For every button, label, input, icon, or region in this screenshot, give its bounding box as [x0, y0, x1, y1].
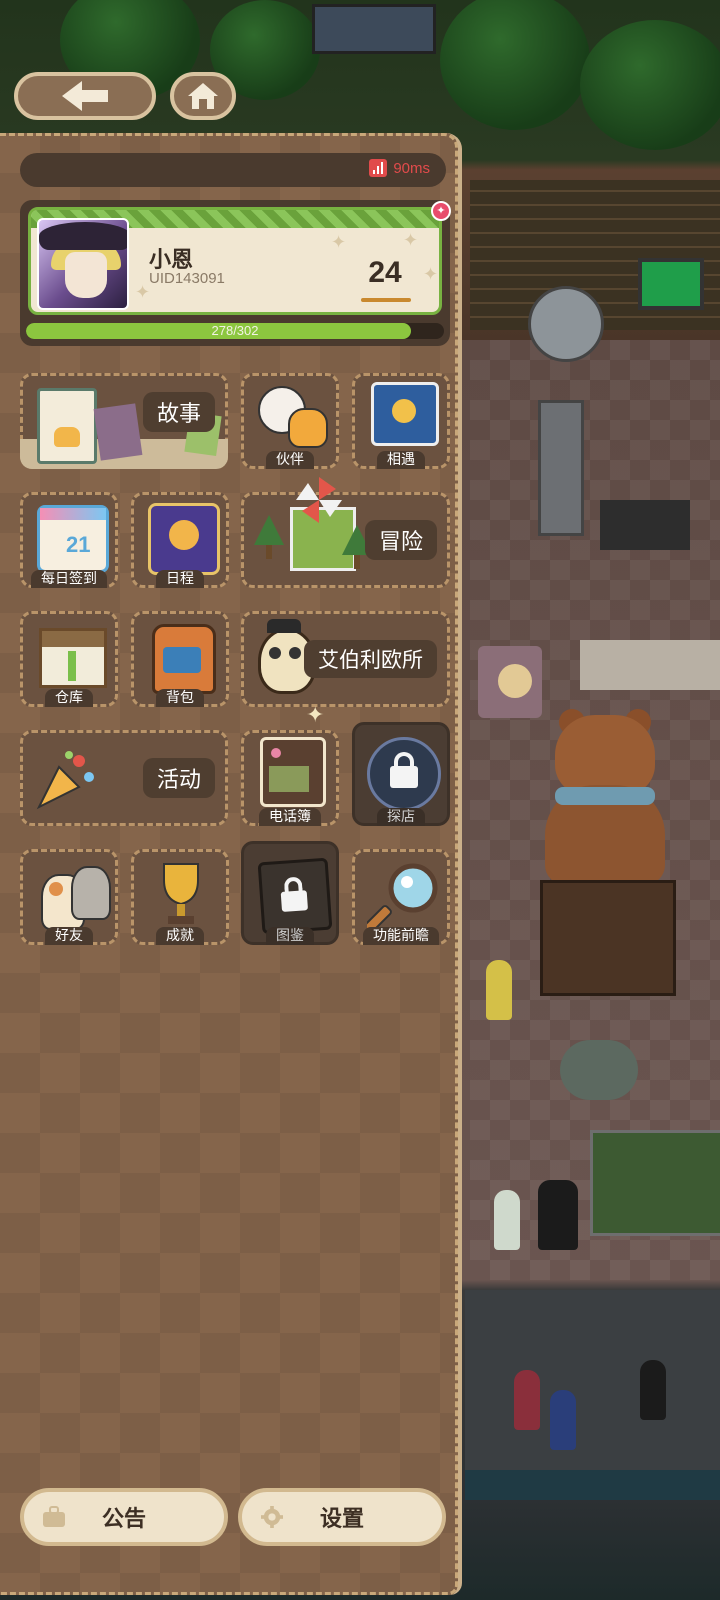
adventure-label: 冒险 [364, 520, 437, 560]
encounter-label: 相遇 [377, 451, 425, 469]
sparkle-icon: ✦ [403, 230, 419, 251]
npc-pedestrian[interactable] [550, 1390, 576, 1450]
kitchen-counter [580, 640, 720, 690]
round-table [560, 1040, 638, 1100]
sparkle-icon: ✦ [423, 264, 439, 285]
achievements-button[interactable]: 成就 [131, 849, 229, 945]
storybook-icon [37, 388, 97, 464]
office-label: 艾伯利欧所 [304, 640, 437, 678]
warehouse-box-icon [39, 628, 107, 688]
calendar-icon: 21 [37, 505, 109, 573]
daily-checkin-button[interactable]: 21 每日签到 [20, 492, 118, 588]
phone-booth-icon [371, 382, 439, 446]
backpack-icon [152, 624, 216, 694]
display-cabinet [540, 880, 676, 996]
sparkle-icon: ✦ [306, 703, 325, 728]
announcement-label: 公告 [101, 1507, 146, 1532]
phonebook-button[interactable]: ✦ 电话簿 [241, 703, 339, 826]
friends-label: 好友 [45, 927, 93, 945]
settings-button[interactable]: 设置 [238, 1488, 446, 1546]
network-status-bar: 90ms [20, 153, 446, 187]
activity-button[interactable]: 活动 [20, 730, 228, 826]
partner-label: 伙伴 [266, 451, 314, 469]
partner-button[interactable]: 伙伴 [241, 373, 339, 469]
home-button[interactable] [170, 72, 236, 120]
backpack-button[interactable]: 背包 [131, 611, 229, 707]
garden-bed [590, 1130, 720, 1236]
robot-machine [528, 286, 604, 362]
player-uid: UID143091 [149, 270, 225, 287]
story-label: 故事 [142, 392, 215, 432]
pine-tree-icon [254, 515, 284, 561]
preview-button[interactable]: 功能前瞻 [352, 849, 450, 945]
green-screen [638, 258, 704, 310]
npc-pedestrian[interactable] [514, 1370, 540, 1430]
office-button[interactable]: 艾伯利欧所 [241, 611, 450, 707]
back-button[interactable] [14, 72, 156, 120]
arrow-left-icon [62, 81, 108, 111]
party-popper-icon [35, 747, 99, 811]
adventure-button[interactable]: 冒险 [241, 477, 450, 588]
backpack-label: 背包 [156, 689, 204, 707]
schedule-emblem-icon [148, 503, 220, 575]
ping-indicator: 90ms [369, 159, 430, 177]
warehouse-label: 仓库 [45, 689, 93, 707]
teddy-bear [545, 709, 665, 885]
briefcase-icon [43, 1506, 65, 1527]
npc-character[interactable] [486, 960, 512, 1020]
npc-character[interactable] [494, 1190, 520, 1250]
story-button[interactable]: 故事 [20, 373, 228, 469]
calendar-day: 21 [66, 532, 91, 557]
machine-column [538, 400, 584, 536]
pinwheel-icon [296, 477, 342, 523]
level-underline [361, 298, 411, 302]
npc-reaper[interactable] [538, 1180, 578, 1250]
book-icon [93, 403, 143, 461]
phonebook-label: 电话簿 [259, 808, 321, 826]
npc-pedestrian[interactable] [640, 1360, 666, 1420]
cat-icon [288, 408, 328, 448]
profile-card-frame[interactable]: 小恩 UID143091 ✦ ✦ ✦ ✦ 24 278/302 [20, 200, 450, 346]
player-level: 24 [368, 256, 402, 289]
preview-label: 功能前瞻 [363, 927, 439, 945]
announcement-button[interactable]: 公告 [20, 1488, 228, 1546]
collection-button[interactable]: 图鉴 [241, 841, 339, 945]
lamp-ball [498, 664, 532, 698]
building-sign [312, 4, 436, 54]
tv-stand [600, 500, 690, 550]
tree [440, 0, 590, 130]
ping-value: 90ms [393, 159, 430, 177]
sparkle-icon: ✦ [135, 282, 151, 303]
street [465, 1290, 720, 1480]
trophy-icon [156, 860, 206, 930]
encounter-button[interactable]: 相遇 [352, 373, 450, 469]
settings-label: 设置 [319, 1507, 364, 1532]
signal-bars-icon [369, 159, 388, 177]
warehouse-button[interactable]: 仓库 [20, 611, 118, 707]
phonebook-icon [260, 737, 326, 807]
schedule-button[interactable]: 日程 [131, 492, 229, 588]
explore-shop-button[interactable]: 探店 [352, 722, 450, 826]
xp-progress-bar: 278/302 [26, 323, 444, 339]
explore-shop-label: 探店 [377, 808, 425, 826]
activity-label: 活动 [142, 758, 215, 798]
locked-feature-icon [367, 737, 441, 811]
notification-badge[interactable]: ✦ [431, 201, 451, 221]
avatar[interactable] [37, 218, 129, 310]
tree [580, 20, 720, 150]
home-icon [188, 83, 218, 109]
magnifier-icon [364, 860, 441, 934]
collection-label: 图鉴 [266, 927, 314, 945]
xp-text: 278/302 [211, 323, 259, 338]
profile-card[interactable]: 小恩 UID143091 ✦ ✦ ✦ ✦ 24 [28, 207, 442, 315]
cat-friend-icon [71, 866, 111, 920]
sparkle-icon: ✦ [331, 232, 347, 253]
gear-icon [261, 1506, 283, 1528]
daily-checkin-label: 每日签到 [31, 570, 107, 588]
achievements-label: 成就 [156, 927, 204, 945]
locked-feature-icon [257, 857, 333, 935]
railing [465, 1470, 720, 1500]
schedule-label: 日程 [156, 570, 204, 588]
friends-button[interactable]: 好友 [20, 849, 118, 945]
